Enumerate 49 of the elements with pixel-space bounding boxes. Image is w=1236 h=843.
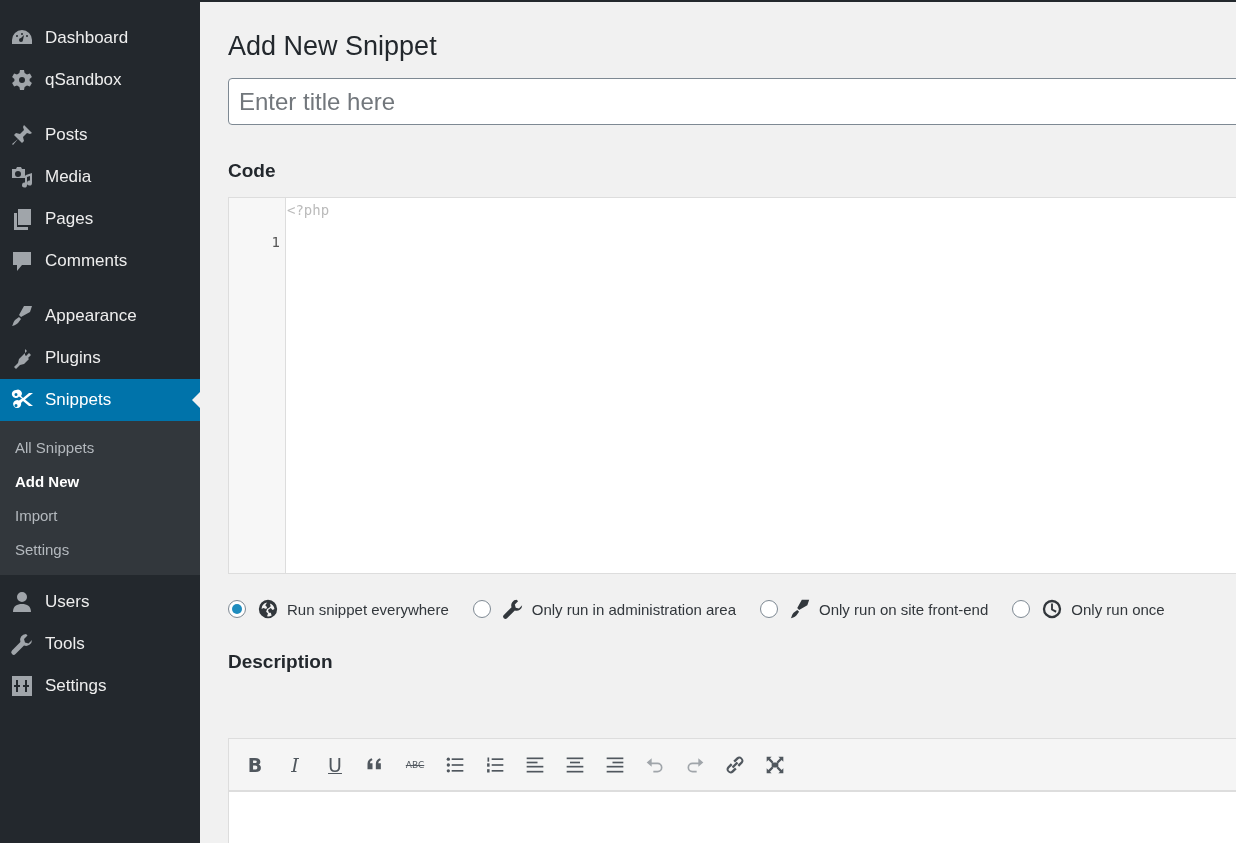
- paintbrush-icon: [10, 304, 34, 328]
- user-icon: [10, 590, 34, 614]
- line-number: 1: [270, 234, 281, 250]
- sidebar-menu-item[interactable]: Tools: [0, 623, 200, 665]
- wrench-icon: [10, 632, 34, 656]
- sidebar-menu-item[interactable]: Posts: [0, 114, 200, 156]
- sidebar-menu-item[interactable]: Media: [0, 156, 200, 198]
- option-label: Only run in administration area: [531, 600, 737, 618]
- link-icon: [725, 754, 745, 775]
- sidebar-menu-item[interactable]: Users: [0, 581, 200, 623]
- section-heading: Description: [228, 650, 333, 674]
- radio-button[interactable]: [1012, 600, 1031, 618]
- option-label: Run snippet everywhere: [287, 600, 449, 618]
- underline-button[interactable]: U: [317, 747, 353, 782]
- sidebar-menu-item[interactable]: qSandbox: [0, 59, 200, 101]
- option-label: Only run once: [1071, 600, 1165, 618]
- sidebar-menu-item[interactable]: Pages: [0, 198, 200, 240]
- speech-bubble-icon: [10, 249, 34, 273]
- submenu-item[interactable]: Import: [0, 499, 200, 533]
- wrench-icon: [501, 598, 524, 620]
- paintbrush-icon: [789, 598, 812, 620]
- submenu-item[interactable]: All Snippets: [0, 431, 200, 465]
- sidebar-menu-item[interactable]: Dashboard: [0, 17, 200, 59]
- submenu-item[interactable]: Add New: [0, 465, 200, 499]
- option-label: Only run on site front-end: [819, 600, 989, 618]
- gear-icon: [10, 68, 34, 92]
- radio-button[interactable]: [760, 600, 779, 618]
- sidebar-menu-item[interactable]: Appearance: [0, 295, 200, 337]
- sidebar-menu-item[interactable]: Comments: [0, 240, 200, 282]
- italic-button[interactable]: I: [277, 747, 313, 782]
- sliders-icon: [10, 674, 34, 698]
- sidebar-menu-item[interactable]: Settings: [0, 665, 200, 707]
- fullscreen-icon: [765, 754, 785, 775]
- title-input-field[interactable]: Enter title here: [228, 78, 1236, 125]
- section-heading: Code: [228, 159, 276, 183]
- radio-button[interactable]: [472, 600, 491, 618]
- submenu-item[interactable]: Settings: [0, 533, 200, 567]
- strikethrough-button[interactable]: ABC: [397, 747, 433, 782]
- bold-button[interactable]: B: [237, 747, 273, 782]
- clock-icon: [1041, 598, 1064, 620]
- sidebar-menu-item[interactable]: Plugins: [0, 337, 200, 379]
- globe-icon: [257, 598, 279, 620]
- pushpin-icon: [10, 123, 34, 147]
- sidebar-menu-item[interactable]: Snippets: [0, 379, 200, 421]
- php-opening-tag: <?php: [287, 202, 330, 218]
- camera-music-icon: [10, 165, 34, 189]
- page-title: Add New Snippet: [228, 30, 437, 62]
- radio-button[interactable]: [228, 600, 246, 618]
- code-editor[interactable]: 1 <?php: [228, 197, 1236, 574]
